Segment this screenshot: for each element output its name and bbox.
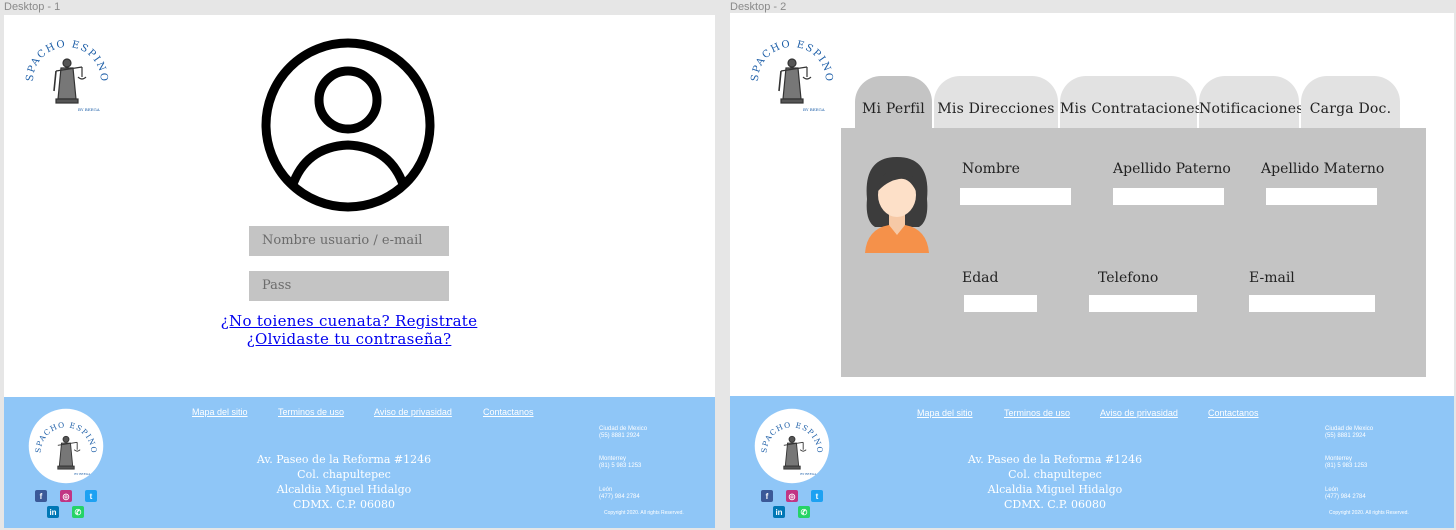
whatsapp-icon[interactable]: ✆ <box>798 506 810 518</box>
svg-text:BY BEEGA: BY BEEGA <box>803 107 825 112</box>
linkedin-icon[interactable]: in <box>47 506 59 518</box>
footer-link-contact[interactable]: Contactanos <box>1208 408 1259 418</box>
footer-logo: DESPACHO ESPINOZA BY BEEGA <box>28 408 104 484</box>
footer-link-contact[interactable]: Contactanos <box>483 407 534 417</box>
tab-carga-doc[interactable]: Carga Doc. <box>1301 76 1400 128</box>
footer-link-privacy[interactable]: Aviso de privasidad <box>1100 408 1178 418</box>
footer-link-terms[interactable]: Terminos de uso <box>1004 408 1070 418</box>
tab-mis-contrataciones[interactable]: Mis Contrataciones <box>1060 76 1202 128</box>
svg-text:BY BEEGA: BY BEEGA <box>78 107 100 112</box>
user-avatar-icon <box>260 37 436 217</box>
branch-cdmx: Ciudad de Mexico (55) 8881 2924 <box>599 426 648 439</box>
footer-link-privacy[interactable]: Aviso de privasidad <box>374 407 452 417</box>
tab-mi-perfil[interactable]: Mi Perfil <box>855 76 932 128</box>
input-email[interactable] <box>1249 295 1375 312</box>
frame-label-desktop-2: Desktop - 2 <box>730 1 787 13</box>
input-apellido-materno[interactable] <box>1266 188 1377 205</box>
label-edad: Edad <box>962 270 999 286</box>
instagram-icon[interactable]: ◎ <box>60 490 72 502</box>
password-input[interactable]: Pass <box>249 271 449 301</box>
svg-text:BY BEEGA: BY BEEGA <box>74 472 91 476</box>
footer-address: Av. Paseo de la Reforma #1246 Col. chapu… <box>967 453 1143 511</box>
label-nombre: Nombre <box>962 161 1020 177</box>
footer-link-terms[interactable]: Terminos de uso <box>278 407 344 417</box>
twitter-icon[interactable]: t <box>85 490 97 502</box>
branch-leon: León (477) 984 2784 <box>599 487 640 500</box>
facebook-icon[interactable]: f <box>35 490 47 502</box>
branch-monterrey: Monterrey (81) 5 983 1253 <box>599 456 642 469</box>
linkedin-icon[interactable]: in <box>773 506 785 518</box>
profile-panel: Nombre Apellido Paterno Apellido Materno… <box>841 128 1426 377</box>
twitter-icon[interactable]: t <box>811 490 823 502</box>
label-apellido-materno: Apellido Materno <box>1261 161 1385 177</box>
branch-cdmx: Ciudad de Mexico (55) 8881 2924 <box>1325 426 1374 439</box>
input-edad[interactable] <box>964 295 1037 312</box>
branch-monterrey: Monterrey (81) 5 983 1253 <box>1325 456 1368 469</box>
username-input[interactable]: Nombre usuario / e-mail <box>249 226 449 256</box>
input-telefono[interactable] <box>1089 295 1197 312</box>
footer-address: Av. Paseo de la Reforma #1246 Col. chapu… <box>256 453 432 511</box>
label-email: E-mail <box>1249 270 1295 286</box>
footer-link-sitemap[interactable]: Mapa del sitio <box>192 407 248 417</box>
logo: DESPACHO ESPINOZA BY BEEGA <box>741 21 843 123</box>
forgot-password-link[interactable]: ¿Olvidaste tu contraseña? <box>204 330 494 348</box>
svg-text:BY BEEGA: BY BEEGA <box>800 472 817 476</box>
label-telefono: Telefono <box>1098 270 1159 286</box>
profile-screen: DESPACHO ESPINOZA BY BEEGA Mi Perfil Mis… <box>730 13 1454 528</box>
login-screen: DESPACHO ESPINOZA BY BEEGA Nombre usuari… <box>4 15 715 528</box>
register-link[interactable]: ¿No toienes cuenata? Registrate <box>204 312 494 330</box>
instagram-icon[interactable]: ◎ <box>786 490 798 502</box>
footer-link-sitemap[interactable]: Mapa del sitio <box>917 408 973 418</box>
copyright: Copyright 2020. All rights Reserved. <box>1329 510 1409 516</box>
input-nombre[interactable] <box>960 188 1071 205</box>
label-apellido-paterno: Apellido Paterno <box>1113 161 1231 177</box>
copyright: Copyright 2020. All rights Reserved. <box>604 510 684 516</box>
footer: DESPACHO ESPINOZA BY BEEGA Mapa del siti… <box>4 397 715 528</box>
profile-avatar-icon <box>859 151 935 259</box>
logo: DESPACHO ESPINOZA BY BEEGA <box>16 21 118 123</box>
branch-leon: León (477) 984 2784 <box>1325 487 1366 500</box>
tab-notificaciones[interactable]: Notificaciones <box>1199 76 1303 128</box>
frame-label-desktop-1: Desktop - 1 <box>4 1 61 13</box>
footer: DESPACHO ESPINOZA BY BEEGA Mapa del siti… <box>730 396 1454 528</box>
tab-mis-direcciones[interactable]: Mis Direcciones <box>934 76 1058 128</box>
footer-logo: DESPACHO ESPINOZA BY BEEGA <box>754 408 830 484</box>
input-apellido-paterno[interactable] <box>1113 188 1224 205</box>
whatsapp-icon[interactable]: ✆ <box>72 506 84 518</box>
facebook-icon[interactable]: f <box>761 490 773 502</box>
